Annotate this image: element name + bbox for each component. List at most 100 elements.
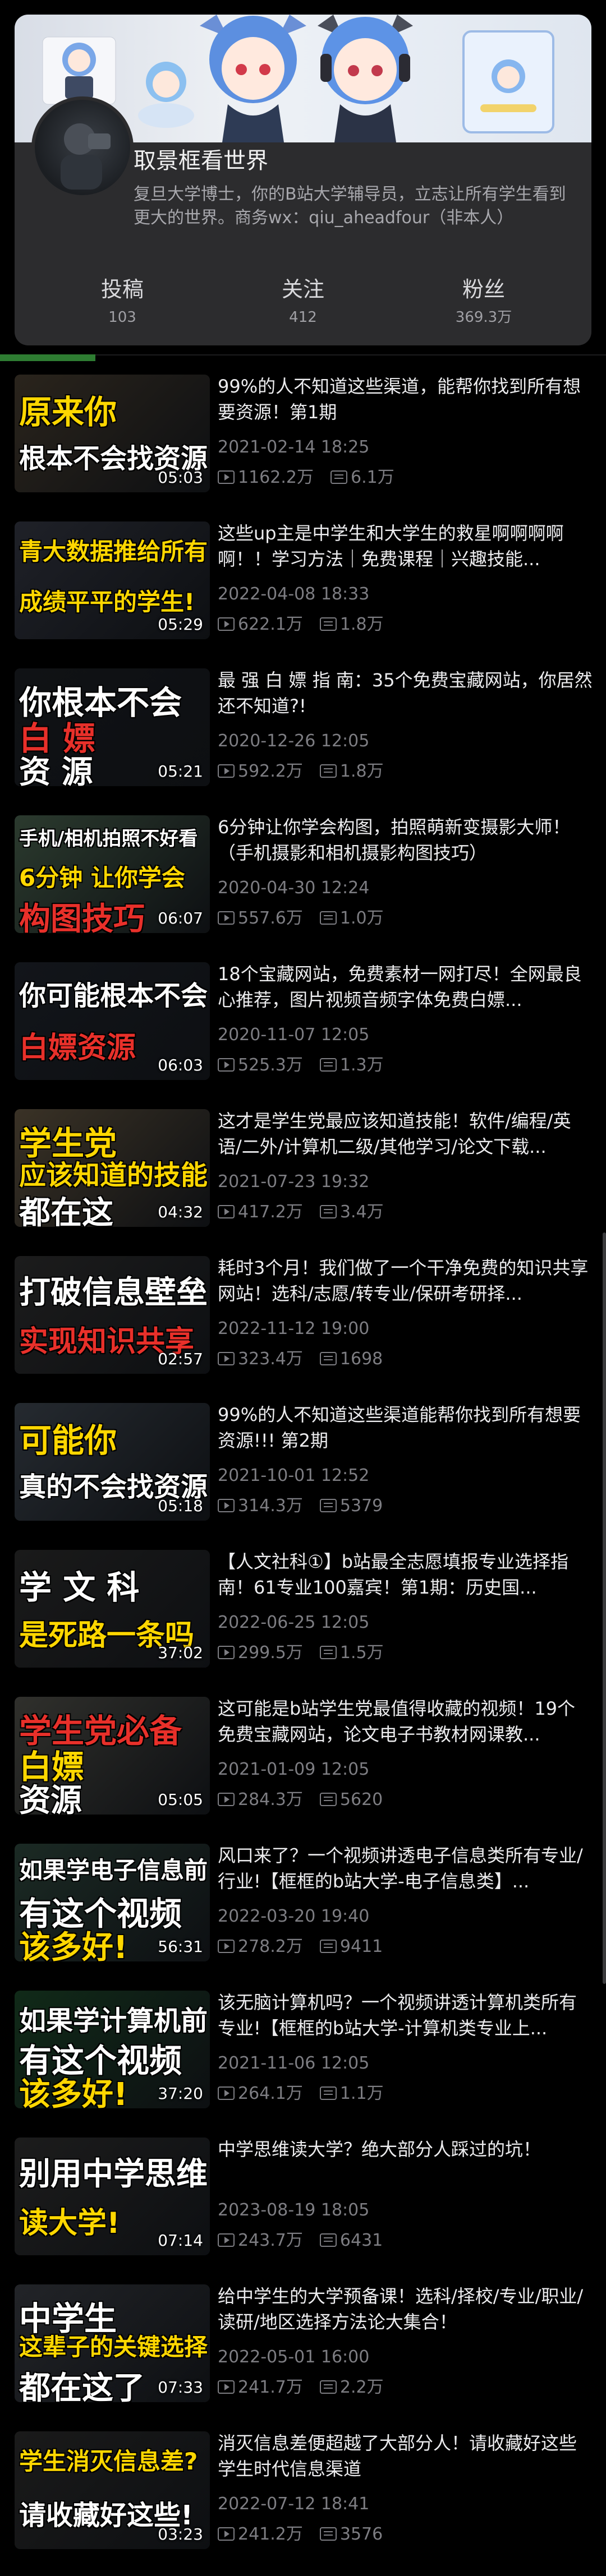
video-item[interactable]: 你根本不会 白 嫖 资 源 05:21 最 强 白 嫖 指 南：35个免费宝藏网…: [15, 667, 593, 796]
video-title[interactable]: 该无脑计算机吗？一个视频讲透计算机类所有专业!【框框的b站大学-计算机类专业上.…: [218, 1989, 593, 2041]
video-thumbnail[interactable]: 如果学电子信息前 有这个视频 该多好! 56:31: [15, 1844, 210, 1961]
play-count-icon: [218, 764, 235, 778]
video-thumbnail[interactable]: 学生消灭信息差? 请收藏好这些! 03:23: [15, 2431, 210, 2549]
video-thumbnail[interactable]: 学生党 应该知道的技能 都在这 04:32: [15, 1109, 210, 1227]
video-title[interactable]: 18个宝藏网站，免费素材一网打尽！全网最良心推荐，图片视频音频字体免费白嫖...: [218, 961, 593, 1013]
video-title[interactable]: 99%的人不知道这些渠道，能帮你找到所有想要资源！第1期: [218, 373, 593, 425]
thumbnail-text-line1: 打破信息壁垒: [19, 1275, 208, 1311]
video-duration: 07:33: [158, 2378, 203, 2397]
thumbnail-text-line1: 如果学电子信息前: [19, 1857, 208, 1884]
video-thumbnail[interactable]: 可能你 真的不会找资源 05:18: [15, 1403, 210, 1521]
video-title[interactable]: 风口来了？一个视频讲透电子信息类所有专业/行业!【框框的b站大学-电子信息类】.…: [218, 1843, 593, 1894]
view-count: 323.4万: [238, 1349, 303, 1369]
video-item[interactable]: 打破信息壁垒 实现知识共享 02:57 耗时3个月！我们做了一个干净免费的知识共…: [15, 1255, 593, 1384]
danmaku-count: 1.8万: [339, 615, 384, 634]
video-item[interactable]: 学生党必备 白嫖 资源 05:05 这可能是b站学生党最值得收藏的视频！19个免…: [15, 1696, 593, 1825]
danmaku-count: 1.8万: [339, 761, 384, 781]
thumbnail-text-line1: 学生消灭信息差?: [19, 2448, 198, 2475]
video-thumbnail[interactable]: 如果学计算机前 有这个视频 该多好! 37:20: [15, 1991, 210, 2108]
video-item[interactable]: 学 文 科 是死路一条吗 37:02 【人文社科①】b站最全志愿填报专业选择指南…: [15, 1549, 593, 1678]
avatar[interactable]: [31, 96, 134, 198]
stat-followers-label: 粉丝: [462, 277, 505, 302]
danmaku-count: 1.3万: [339, 1055, 384, 1075]
danmaku-icon: [319, 1793, 337, 1806]
thumbnail-text-line3: 构图技巧: [19, 901, 145, 933]
play-count-icon: [218, 1058, 235, 1072]
video-item[interactable]: 可能你 真的不会找资源 05:18 99%的人不知道这些渠道能帮你找到所有想要资…: [15, 1402, 593, 1531]
video-item[interactable]: 原来你 根本不会找资源 05:03 99%的人不知道这些渠道，能帮你找到所有想要…: [15, 373, 593, 502]
video-thumbnail[interactable]: 原来你 根本不会找资源 05:03: [15, 375, 210, 492]
video-item[interactable]: 学生消灭信息差? 请收藏好这些! 03:23 消灭信息差便超越了大部分人！请收藏…: [15, 2430, 593, 2559]
video-duration: 56:31: [158, 1937, 203, 1956]
danmaku-count: 5620: [339, 1790, 383, 1809]
video-thumbnail[interactable]: 手机/相机拍照不好看 6分钟 让你学会 构图技巧 06:07: [15, 815, 210, 933]
video-date: 2020-12-26 12:05: [218, 731, 370, 751]
video-title[interactable]: 这才是学生党最应该知道技能！软件/编程/英语/二外/计算机二级/其他学习/论文下…: [218, 1108, 593, 1160]
video-item[interactable]: 青大数据推给所有 成绩平平的学生! 05:29 这些up主是中学生和大学生的救星…: [15, 520, 593, 649]
thumbnail-text-line1: 青大数据推给所有: [19, 538, 208, 565]
video-thumbnail[interactable]: 打破信息壁垒 实现知识共享 02:57: [15, 1256, 210, 1374]
video-thumbnail[interactable]: 学生党必备 白嫖 资源 05:05: [15, 1697, 210, 1815]
video-thumbnail[interactable]: 你可能根本不会 白嫖资源 06:03: [15, 962, 210, 1080]
video-title[interactable]: 最 强 白 嫖 指 南：35个免费宝藏网站，你居然还不知道?!: [218, 667, 593, 719]
view-count: 525.3万: [238, 1055, 303, 1075]
video-title[interactable]: 这可能是b站学生党最值得收藏的视频！19个免费宝藏网站，论文电子书教材网课教..…: [218, 1696, 593, 1747]
video-item[interactable]: 学生党 应该知道的技能 都在这 04:32 这才是学生党最应该知道技能！软件/编…: [15, 1108, 593, 1237]
video-item[interactable]: 中学生 这辈子的关键选择 都在这了 07:33 给中学生的大学预备课！选科/择校…: [15, 2283, 593, 2412]
video-title[interactable]: 给中学生的大学预备课！选科/择校/专业/职业/读研/地区选择方法论大集合！: [218, 2283, 593, 2335]
view-count: 1162.2万: [238, 468, 314, 487]
video-thumbnail[interactable]: 学 文 科 是死路一条吗 37:02: [15, 1550, 210, 1668]
video-item[interactable]: 别用中学思维 读大学! 07:14 中学思维读大学？绝大部分人踩过的坑！ 202…: [15, 2136, 593, 2265]
scrollbar[interactable]: [603, 1232, 606, 1984]
video-title[interactable]: 消灭信息差便超越了大部分人！请收藏好这些学生时代信息渠道: [218, 2430, 593, 2482]
play-count-icon: [218, 1646, 235, 1659]
video-meta: 241.7万 2.2万: [218, 2373, 384, 2398]
play-count-icon: [218, 1499, 235, 1512]
video-thumbnail[interactable]: 中学生 这辈子的关键选择 都在这了 07:33: [15, 2284, 210, 2402]
video-date: 2022-04-08 18:33: [218, 584, 370, 604]
video-duration: 07:14: [158, 2231, 203, 2250]
play-count-icon: [218, 2086, 235, 2100]
profile-name: 取景框看世界: [134, 148, 268, 174]
stat-posts[interactable]: 投稿 103: [38, 274, 206, 330]
thumbnail-text-line2: 读大学!: [19, 2206, 120, 2240]
video-title[interactable]: 中学思维读大学？绝大部分人踩过的坑！: [218, 2136, 593, 2162]
view-count: 557.6万: [238, 908, 303, 928]
video-item[interactable]: 你可能根本不会 白嫖资源 06:03 18个宝藏网站，免费素材一网打尽！全网最良…: [15, 961, 593, 1090]
play-count-icon: [218, 1205, 235, 1218]
thumbnail-text-line2: 6分钟 让你学会: [19, 864, 185, 892]
danmaku-count: 1.1万: [339, 2084, 384, 2103]
danmaku-count: 2.2万: [339, 2378, 384, 2397]
thumbnail-text-line3: 资 源: [19, 754, 93, 786]
video-thumbnail[interactable]: 青大数据推给所有 成绩平平的学生! 05:29: [15, 521, 210, 639]
video-title[interactable]: 99%的人不知道这些渠道能帮你找到所有想要资源!!! 第2期: [218, 1402, 593, 1453]
avatar-photo: [61, 123, 111, 190]
thumbnail-text-line2: 成绩平平的学生!: [19, 588, 195, 616]
video-meta: 417.2万 3.4万: [218, 1198, 384, 1222]
view-count: 264.1万: [238, 2084, 303, 2103]
video-meta: 243.7万 6431: [218, 2226, 383, 2251]
video-item[interactable]: 手机/相机拍照不好看 6分钟 让你学会 构图技巧 06:07 6分钟让你学会构图…: [15, 814, 593, 943]
stat-followers[interactable]: 粉丝 369.3万: [400, 274, 568, 330]
play-count-icon: [218, 1940, 235, 1953]
video-title[interactable]: 这些up主是中学生和大学生的救星啊啊啊啊啊！！学习方法｜免费课程｜兴趣技能...: [218, 520, 593, 572]
play-count-icon: [218, 1793, 235, 1806]
profile-bio: 复旦大学博士，你的B站大学辅导员，立志让所有学生看到更大的世界。商务wx：qiu…: [134, 184, 566, 228]
video-duration: 37:02: [158, 1644, 203, 1662]
danmaku-count: 6431: [339, 2231, 383, 2250]
video-title[interactable]: 耗时3个月！我们做了一个干净免费的知识共享网站！选科/志愿/转专业/保研考研择.…: [218, 1255, 593, 1307]
danmaku-icon: [319, 2086, 337, 2100]
video-thumbnail[interactable]: 你根本不会 白 嫖 资 源 05:21: [15, 668, 210, 786]
video-title[interactable]: 6分钟让你学会构图，拍照萌新变摄影大师！（手机摄影和相机摄影构图技巧）: [218, 814, 593, 866]
danmaku-icon: [319, 2527, 337, 2541]
video-duration: 06:07: [158, 909, 203, 927]
video-item[interactable]: 如果学电子信息前 有这个视频 该多好! 56:31 风口来了？一个视频讲透电子信…: [15, 1843, 593, 1972]
scroll-indicator: [0, 354, 95, 361]
video-thumbnail[interactable]: 别用中学思维 读大学! 07:14: [15, 2138, 210, 2255]
stat-posts-value: 103: [108, 309, 136, 326]
view-count: 592.2万: [238, 761, 303, 781]
video-title[interactable]: 【人文社科①】b站最全志愿填报专业选择指南！61专业100嘉宾！第1期：历史国.…: [218, 1549, 593, 1600]
stat-following[interactable]: 关注 412: [219, 274, 387, 330]
video-item[interactable]: 如果学计算机前 有这个视频 该多好! 37:20 该无脑计算机吗？一个视频讲透计…: [15, 1989, 593, 2118]
play-count-icon: [218, 2380, 235, 2394]
